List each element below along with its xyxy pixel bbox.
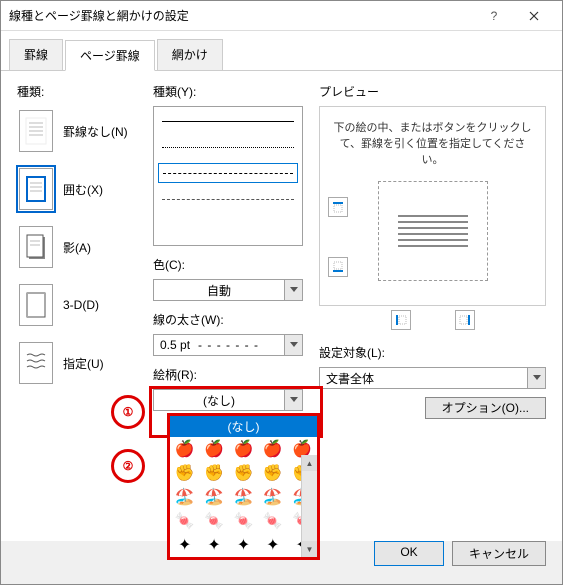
chevron-down-icon <box>284 335 302 355</box>
preview-document <box>378 181 488 281</box>
help-button[interactable]: ? <box>474 4 514 28</box>
setting-custom[interactable]: 指定(U) <box>19 342 137 384</box>
width-sample: - - - - - - - <box>198 338 278 352</box>
preview-label: プレビュー <box>319 83 546 100</box>
setting-none-label: 罫線なし(N) <box>63 123 128 140</box>
line-style-solid[interactable] <box>158 111 298 131</box>
color-dropdown[interactable]: 自動 <box>153 279 303 301</box>
preview-box: 下の絵の中、またはボタンをクリックして、罫線を引く位置を指定してください。 <box>319 106 546 306</box>
setting-3d[interactable]: 3-D(D) <box>19 284 137 326</box>
line-style-list[interactable] <box>153 106 303 246</box>
custom-icon <box>19 342 53 384</box>
preview-column: プレビュー 下の絵の中、またはボタンをクリックして、罫線を引く位置を指定してくだ… <box>319 83 546 529</box>
setting-list: 罫線なし(N) 囲む(X) 影(A) <box>17 106 137 384</box>
setting-label: 種類: <box>17 83 137 100</box>
setting-custom-label: 指定(U) <box>63 355 104 372</box>
chevron-down-icon <box>284 280 302 300</box>
border-bottom-button[interactable] <box>328 257 348 277</box>
shadow-icon <box>19 226 53 268</box>
dialog-buttons: OK キャンセル <box>374 541 546 566</box>
pattern-option-none[interactable]: (なし) <box>170 416 317 437</box>
color-label: 色(C): <box>153 256 303 273</box>
setting-box-label: 囲む(X) <box>63 181 103 198</box>
scroll-up-icon[interactable]: ▲ <box>302 455 317 471</box>
setting-none[interactable]: 罫線なし(N) <box>19 110 137 152</box>
borders-shading-dialog: 線種とページ罫線と網かけの設定 ? 罫線 ページ罫線 網かけ 種類: 罫線なし(… <box>0 0 563 585</box>
border-top-button[interactable] <box>328 197 348 217</box>
setting-shadow[interactable]: 影(A) <box>19 226 137 268</box>
options-button[interactable]: オプション(O)... <box>425 397 546 419</box>
pattern-option-umbrella[interactable]: 🏖️🏖️🏖️🏖️🏖️ <box>170 485 317 509</box>
setting-shadow-label: 影(A) <box>63 239 91 256</box>
width-dropdown[interactable]: 0.5 pt - - - - - - - <box>153 334 303 356</box>
tab-shading[interactable]: 網かけ <box>157 39 223 70</box>
close-button[interactable] <box>514 4 554 28</box>
tab-borders[interactable]: 罫線 <box>9 39 63 70</box>
pattern-option-fists[interactable]: ✊✊✊✊✊ <box>170 461 317 485</box>
apply-to-value: 文書全体 <box>320 368 527 388</box>
setting-box[interactable]: 囲む(X) <box>19 168 137 210</box>
pattern-option-candy[interactable]: 🍬🍬🍬🍬🍬 <box>170 509 317 533</box>
dropdown-scrollbar[interactable]: ▲ ▼ <box>301 455 317 557</box>
border-left-button[interactable] <box>391 310 411 330</box>
line-style-dotted[interactable] <box>158 137 298 157</box>
preview-instructions: 下の絵の中、またはボタンをクリックして、罫線を引く位置を指定してください。 <box>332 119 533 167</box>
border-right-button[interactable] <box>455 310 475 330</box>
pattern-dropdown-list[interactable]: (なし) 🍎🍎🍎🍎🍎 ✊✊✊✊✊ 🏖️🏖️🏖️🏖️🏖️ 🍬🍬🍬🍬🍬 ✦✦✦✦✦ … <box>167 413 320 560</box>
color-value: 自動 <box>154 280 284 300</box>
apply-to-label: 設定対象(L): <box>319 344 546 361</box>
ok-button[interactable]: OK <box>374 541 444 566</box>
close-icon <box>529 11 539 21</box>
width-value: 0.5 pt <box>160 338 190 352</box>
chevron-down-icon <box>527 368 545 388</box>
box-icon <box>19 168 53 210</box>
width-label: 線の太さ(W): <box>153 311 303 328</box>
tab-page-border[interactable]: ページ罫線 <box>65 40 155 71</box>
style-label: 種類(Y): <box>153 83 303 100</box>
pattern-option-ornament[interactable]: ✦✦✦✦✦ <box>170 533 317 557</box>
apply-to-dropdown[interactable]: 文書全体 <box>319 367 546 389</box>
cancel-button[interactable]: キャンセル <box>452 541 546 566</box>
line-style-dashed-2[interactable] <box>158 189 298 209</box>
titlebar: 線種とページ罫線と網かけの設定 ? <box>1 1 562 31</box>
scroll-down-icon[interactable]: ▼ <box>302 541 317 557</box>
line-style-dashed[interactable] <box>158 163 298 183</box>
tab-strip: 罫線 ページ罫線 網かけ <box>1 31 562 71</box>
annotation-badge-1: ① <box>111 395 145 429</box>
pattern-option-apples[interactable]: 🍎🍎🍎🍎🍎 <box>170 437 317 461</box>
none-icon <box>19 110 53 152</box>
annotation-badge-2: ② <box>111 449 145 483</box>
threed-icon <box>19 284 53 326</box>
setting-3d-label: 3-D(D) <box>63 298 99 312</box>
pattern-label: 絵柄(R): <box>153 366 303 383</box>
dialog-title: 線種とページ罫線と網かけの設定 <box>9 7 474 24</box>
